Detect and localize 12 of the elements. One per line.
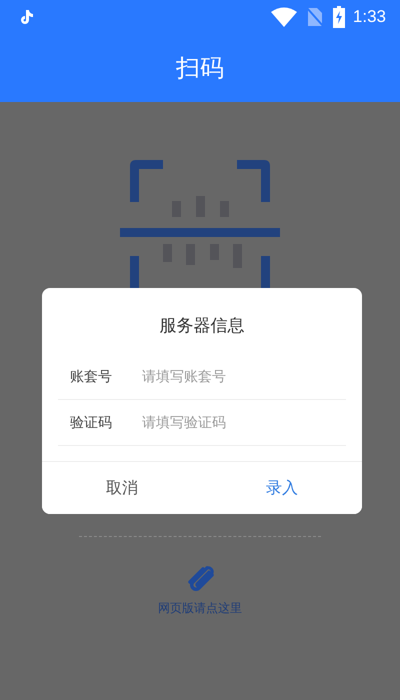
input-field[interactable]: 请填写账套号 xyxy=(142,368,346,384)
music-note-icon xyxy=(20,9,34,25)
dialog-title: 服务器信息 xyxy=(160,315,244,338)
page-title: 扫码 xyxy=(176,53,224,84)
field-label: 账套号 xyxy=(70,368,113,386)
status-time: 1:33 xyxy=(352,7,386,27)
battery-charging-icon xyxy=(332,6,345,28)
field-label: 验证码 xyxy=(70,414,113,432)
input-field[interactable]: 请填写验证码 xyxy=(142,414,346,430)
wifi-icon xyxy=(270,7,297,27)
no-sim-icon xyxy=(306,7,323,27)
paperclip-icon xyxy=(185,564,215,594)
